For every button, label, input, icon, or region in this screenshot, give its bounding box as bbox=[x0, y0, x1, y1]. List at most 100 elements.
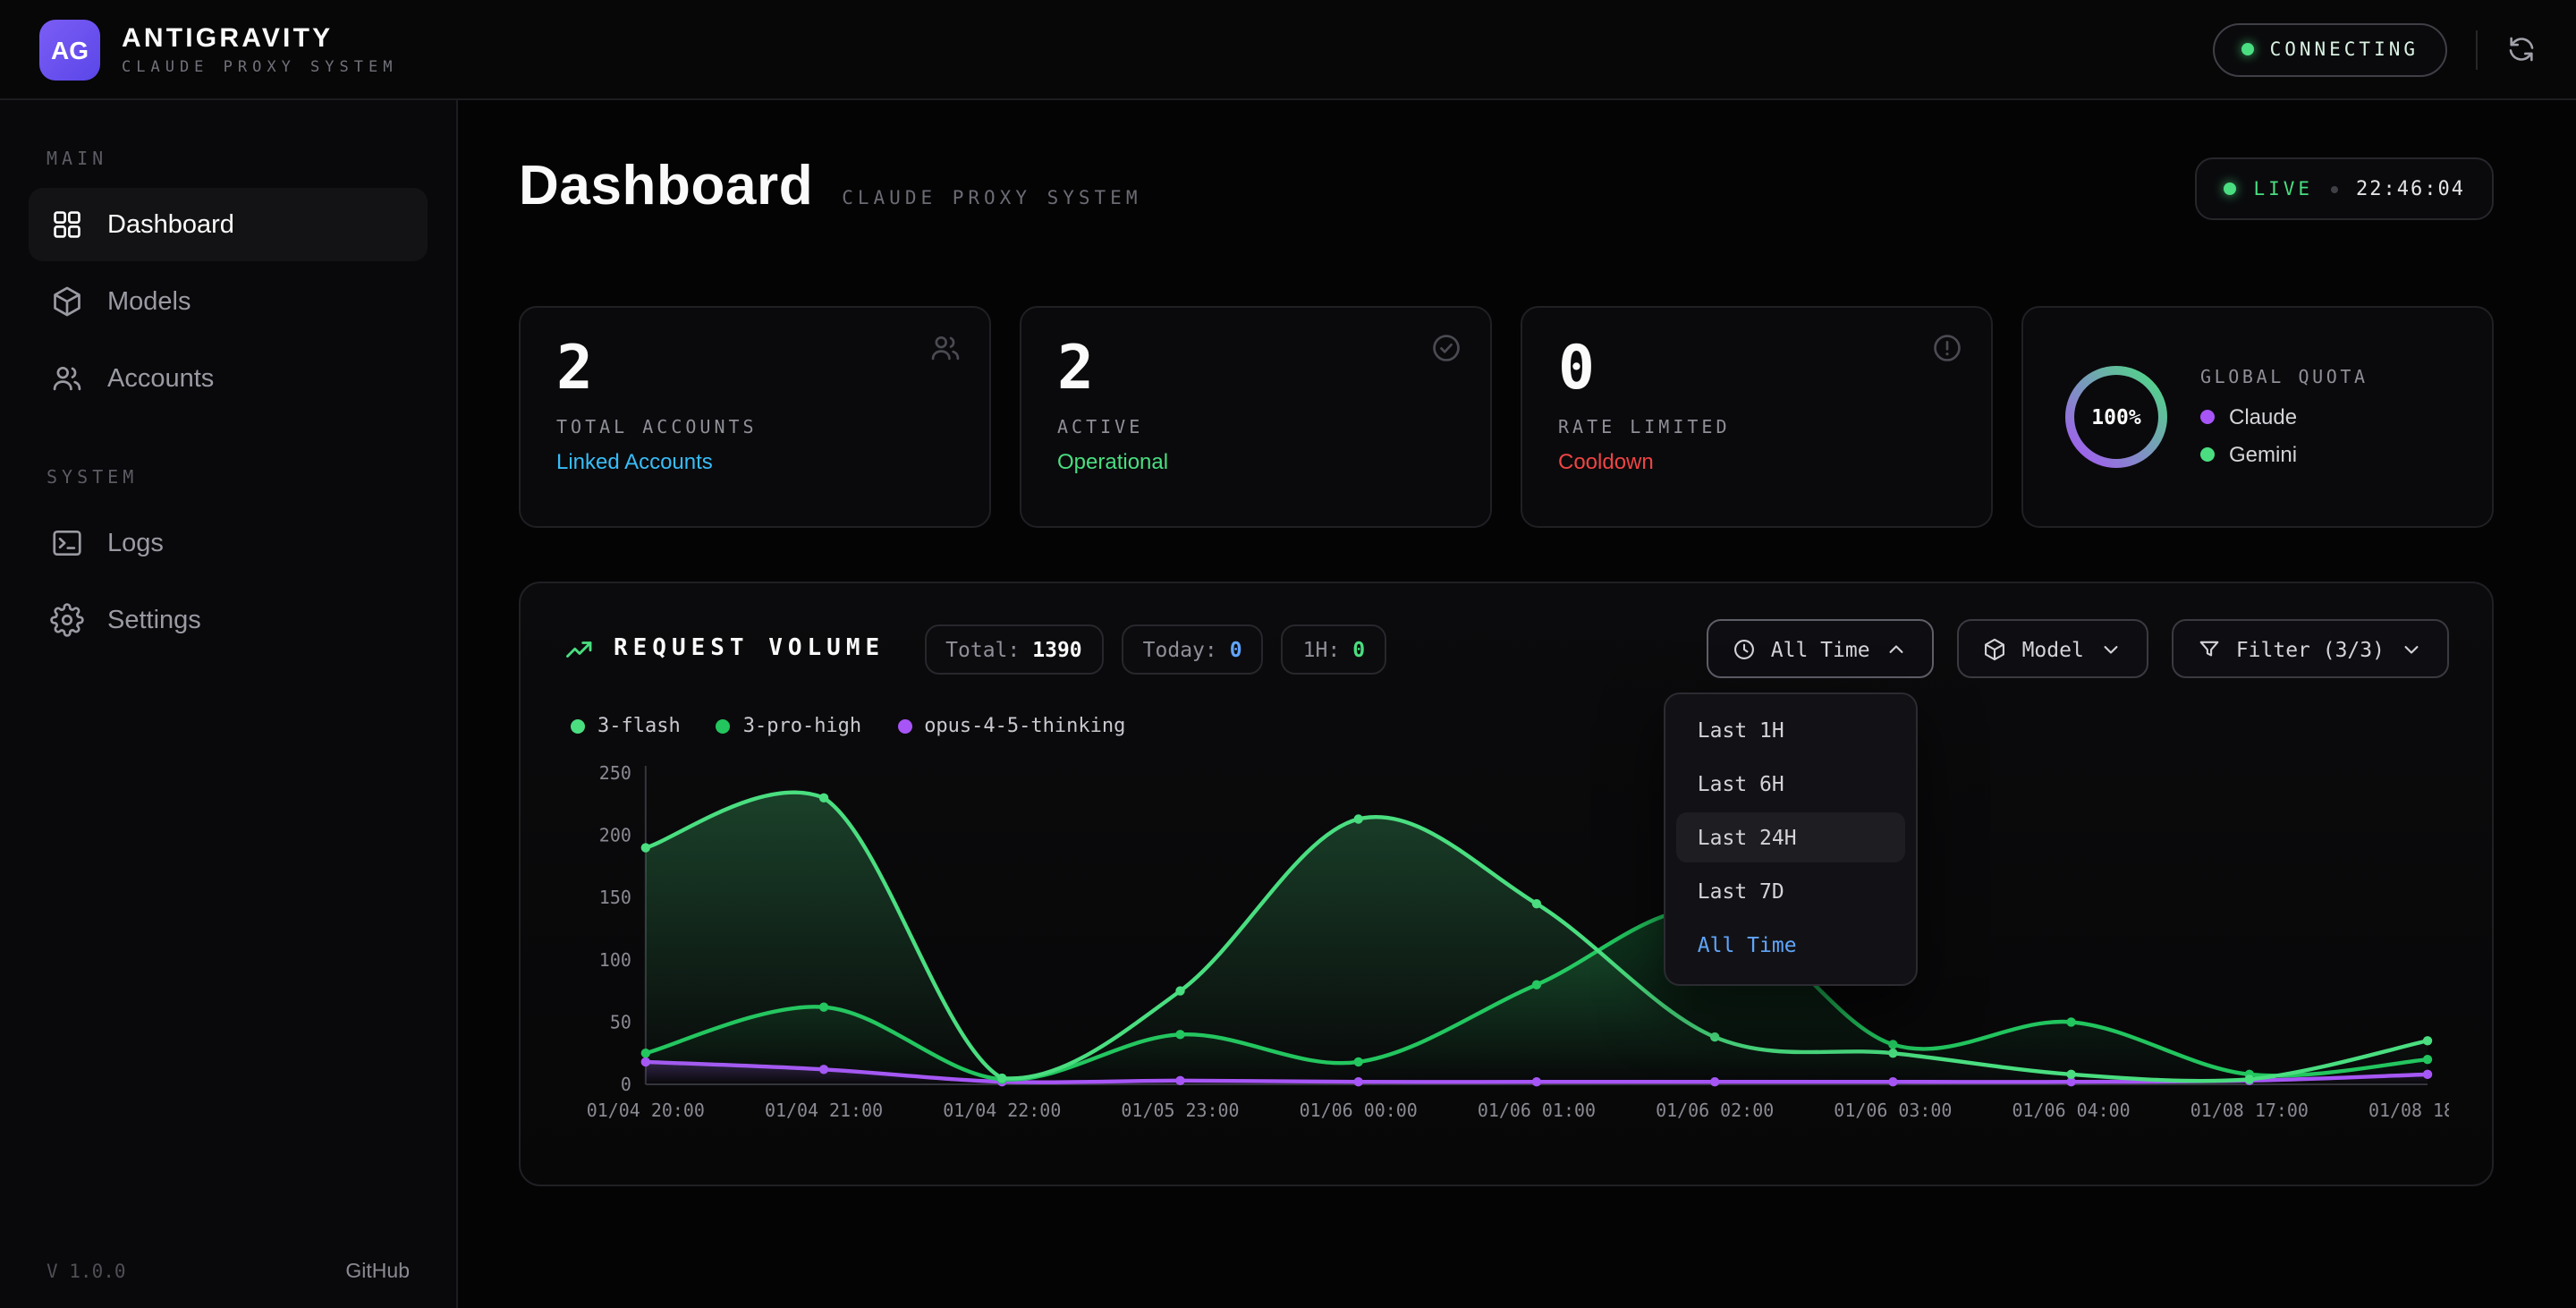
sidebar-item-dashboard[interactable]: Dashboard bbox=[29, 188, 428, 261]
svg-text:100: 100 bbox=[599, 949, 631, 971]
filter-label: Filter (3/3) bbox=[2236, 636, 2385, 661]
chart-title: REQUEST VOLUME bbox=[614, 635, 885, 662]
funnel-icon bbox=[2197, 636, 2222, 661]
svg-text:01/06 02:00: 01/06 02:00 bbox=[1656, 1100, 1774, 1121]
time-range-control: All Time Last 1H Last 6H Last 24H Last 7… bbox=[1707, 619, 1935, 678]
connection-status-dot bbox=[2241, 43, 2254, 55]
cube-icon bbox=[50, 285, 84, 319]
quota-legend-gemini: Gemini bbox=[2200, 441, 2368, 466]
chart-header: REQUEST VOLUME Total: 1390 Today: 0 1H: … bbox=[564, 619, 2449, 678]
chip-value: 0 bbox=[1230, 636, 1242, 661]
model-filter-label: Model bbox=[2022, 636, 2084, 661]
stat-label: ACTIVE bbox=[1057, 419, 1454, 438]
page-title: Dashboard bbox=[519, 154, 813, 218]
app-root: AG ANTIGRAVITY CLAUDE PROXY SYSTEM CONNE… bbox=[0, 0, 2576, 1308]
grid-icon bbox=[50, 208, 84, 242]
request-volume-card: REQUEST VOLUME Total: 1390 Today: 0 1H: … bbox=[519, 582, 2494, 1186]
dropdown-item-last-7d[interactable]: Last 7D bbox=[1676, 866, 1905, 916]
quota-label: GLOBAL QUOTA bbox=[2200, 368, 2368, 387]
svg-text:150: 150 bbox=[599, 887, 631, 908]
sidebar-footer: V 1.0.0 GitHub bbox=[29, 1261, 428, 1283]
github-link[interactable]: GitHub bbox=[345, 1261, 410, 1283]
chevron-up-icon bbox=[1885, 636, 1910, 661]
top-header: AG ANTIGRAVITY CLAUDE PROXY SYSTEM CONNE… bbox=[0, 0, 2576, 100]
stat-cards: 2 TOTAL ACCOUNTS Linked Accounts 2 ACTIV… bbox=[519, 306, 2494, 528]
cube-icon bbox=[1983, 636, 2008, 661]
chevron-down-icon bbox=[2098, 636, 2123, 661]
live-dot bbox=[2223, 183, 2235, 195]
brand-text: ANTIGRAVITY CLAUDE PROXY SYSTEM bbox=[122, 22, 397, 76]
svg-text:01/06 00:00: 01/06 00:00 bbox=[1300, 1100, 1418, 1121]
chip-label: Total: bbox=[945, 636, 1020, 661]
dropdown-item-all-time[interactable]: All Time bbox=[1676, 920, 1905, 970]
main-content: Dashboard CLAUDE PROXY SYSTEM LIVE 22:46… bbox=[458, 100, 2576, 1308]
app-logo-text: AG bbox=[51, 35, 89, 64]
connection-status-pill[interactable]: CONNECTING bbox=[2213, 22, 2447, 76]
request-volume-chart: 05010015020025001/04 20:0001/04 21:0001/… bbox=[564, 755, 2449, 1131]
gear-icon bbox=[50, 603, 84, 637]
sidebar-item-label: Models bbox=[107, 287, 191, 316]
terminal-icon bbox=[50, 526, 84, 560]
svg-text:01/08 18:00: 01/08 18:00 bbox=[2368, 1100, 2449, 1121]
sidebar-section-main: MAIN bbox=[29, 150, 428, 170]
refresh-button[interactable] bbox=[2506, 34, 2537, 64]
app-brand[interactable]: AG ANTIGRAVITY CLAUDE PROXY SYSTEM bbox=[39, 19, 397, 80]
stat-label: TOTAL ACCOUNTS bbox=[556, 419, 953, 438]
sidebar-item-logs[interactable]: Logs bbox=[29, 506, 428, 580]
legend-label: opus-4-5-thinking bbox=[924, 714, 1125, 737]
spacer bbox=[29, 419, 428, 469]
legend-item-3-pro-high: 3-pro-high bbox=[716, 714, 861, 737]
trending-up-icon bbox=[564, 633, 596, 665]
legend-dot bbox=[897, 718, 911, 733]
svg-text:250: 250 bbox=[599, 762, 631, 784]
quota-info: GLOBAL QUOTA Claude Gemini bbox=[2200, 368, 2368, 466]
stat-card-total-accounts: 2 TOTAL ACCOUNTS Linked Accounts bbox=[519, 306, 991, 528]
svg-text:01/08 17:00: 01/08 17:00 bbox=[2190, 1100, 2309, 1121]
svg-text:01/04 21:00: 01/04 21:00 bbox=[765, 1100, 883, 1121]
dropdown-item-last-6h[interactable]: Last 6H bbox=[1676, 759, 1905, 809]
page-header: Dashboard CLAUDE PROXY SYSTEM LIVE 22:46… bbox=[519, 154, 2494, 220]
quota-ring: 100% bbox=[2059, 360, 2174, 474]
legend-dot bbox=[571, 718, 585, 733]
sidebar-section-system: SYSTEM bbox=[29, 469, 428, 488]
svg-text:01/04 20:00: 01/04 20:00 bbox=[587, 1100, 705, 1121]
stat-card-active: 2 ACTIVE Operational bbox=[1020, 306, 1492, 528]
sidebar-item-label: Settings bbox=[107, 606, 201, 634]
quota-legend: Claude Gemini bbox=[2200, 403, 2368, 466]
legend-label: 3-pro-high bbox=[743, 714, 861, 737]
sidebar-item-settings[interactable]: Settings bbox=[29, 583, 428, 657]
legend-dot bbox=[716, 718, 731, 733]
dropdown-item-last-24h[interactable]: Last 24H bbox=[1676, 812, 1905, 862]
users-icon bbox=[928, 331, 962, 374]
legend-label: 3-flash bbox=[597, 714, 681, 737]
app-subtitle: CLAUDE PROXY SYSTEM bbox=[122, 58, 397, 76]
svg-text:01/06 03:00: 01/06 03:00 bbox=[1834, 1100, 1952, 1121]
sidebar-item-accounts[interactable]: Accounts bbox=[29, 342, 428, 415]
svg-text:01/06 04:00: 01/06 04:00 bbox=[2012, 1100, 2131, 1121]
refresh-icon bbox=[2506, 34, 2537, 64]
sidebar-item-label: Dashboard bbox=[107, 210, 234, 239]
claude-dot bbox=[2200, 409, 2215, 423]
sidebar-item-models[interactable]: Models bbox=[29, 265, 428, 338]
users-icon bbox=[50, 361, 84, 395]
app-version: V 1.0.0 bbox=[47, 1261, 126, 1283]
sidebar-item-label: Logs bbox=[107, 529, 164, 557]
stat-value: 2 bbox=[1057, 335, 1454, 404]
alert-circle-icon bbox=[1930, 331, 1964, 374]
stat-value: 2 bbox=[556, 335, 953, 404]
time-range-dropdown: Last 1H Last 6H Last 24H Last 7D All Tim… bbox=[1664, 692, 1918, 986]
dropdown-item-last-1h[interactable]: Last 1H bbox=[1676, 705, 1905, 755]
topbar-actions: CONNECTING bbox=[2213, 22, 2537, 76]
legend-item-opus-4-5-thinking: opus-4-5-thinking bbox=[897, 714, 1125, 737]
page-subtitle: CLAUDE PROXY SYSTEM bbox=[842, 188, 1141, 209]
time-range-button[interactable]: All Time bbox=[1707, 619, 1935, 678]
chip-value: 1390 bbox=[1032, 636, 1081, 661]
chart-stat-chips: Total: 1390 Today: 0 1H: 0 bbox=[924, 624, 1386, 674]
quota-legend-label: Gemini bbox=[2229, 441, 2297, 466]
live-status-pill: LIVE 22:46:04 bbox=[2194, 157, 2494, 220]
divider bbox=[2476, 30, 2478, 69]
filter-button[interactable]: Filter (3/3) bbox=[2172, 619, 2449, 678]
model-filter-button[interactable]: Model bbox=[1958, 619, 2148, 678]
chip-total: Total: 1390 bbox=[924, 624, 1104, 674]
quota-percent: 100% bbox=[2091, 406, 2141, 429]
